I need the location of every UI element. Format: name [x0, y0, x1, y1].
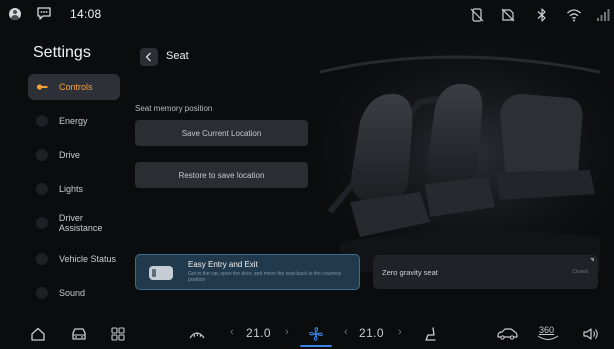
drive-icon	[36, 149, 48, 161]
energy-icon	[36, 115, 48, 127]
sidebar-item-label: Lights	[59, 184, 84, 194]
chevron-left-icon	[145, 52, 151, 62]
car-seat-illustration	[300, 32, 614, 272]
temp-left-decrease[interactable]: ‹	[230, 326, 234, 338]
360-view-label: 360	[539, 325, 555, 335]
restore-location-button[interactable]: Restore to save location	[135, 162, 308, 188]
orbit-arc	[537, 335, 559, 340]
volume-icon[interactable]	[582, 326, 600, 342]
temp-right-decrease[interactable]: ‹	[344, 326, 348, 338]
fan-active-indicator	[300, 345, 332, 347]
sidebar-item-label: Vehicle Status	[59, 254, 117, 264]
temp-right[interactable]: 21.0	[359, 326, 384, 340]
avatar-icon[interactable]	[9, 8, 21, 20]
car-icon[interactable]	[70, 326, 88, 342]
temp-left-increase[interactable]: ›	[285, 326, 289, 338]
sidebar-item-vehicle-status[interactable]: Vehicle Status	[28, 246, 120, 272]
sidebar-item-drive[interactable]: Drive	[28, 142, 120, 168]
vehicle-status-icon	[36, 253, 48, 265]
seat-icon[interactable]	[424, 326, 438, 342]
easy-entry-card[interactable]: Easy Entry and Exit Get in the car, open…	[135, 254, 360, 290]
key-icon	[36, 84, 48, 90]
page-title: Seat	[166, 50, 189, 62]
settings-title: Settings	[33, 44, 91, 61]
home-icon[interactable]	[30, 326, 46, 342]
apps-grid-icon[interactable]	[110, 326, 126, 342]
corner-marker	[590, 258, 594, 262]
sidebar-item-label: Drive	[59, 150, 81, 160]
zero-gravity-card[interactable]: Zero gravity seat Closed	[373, 255, 598, 289]
seat-memory-label: Seat memory position	[135, 104, 213, 113]
wifi-icon	[567, 9, 581, 22]
easy-entry-toggle[interactable]	[149, 266, 173, 280]
no-phone-icon	[470, 8, 484, 22]
driver-assistance-icon	[36, 217, 48, 229]
sidebar-item-label: Controls	[59, 82, 93, 92]
no-sim-icon	[501, 8, 515, 22]
sidebar-item-sound[interactable]: Sound	[28, 280, 120, 306]
clock: 14:08	[70, 7, 102, 21]
sound-icon	[36, 287, 48, 299]
lights-icon	[36, 183, 48, 195]
zero-gravity-status: Closed	[572, 269, 588, 275]
easy-entry-description: Get in the car, open the door, and move …	[188, 271, 342, 283]
save-location-button[interactable]: Save Current Location	[135, 120, 308, 146]
car-side-icon[interactable]	[496, 326, 518, 342]
signal-icon	[597, 9, 610, 21]
sidebar-item-controls[interactable]: Controls	[28, 74, 120, 100]
defrost-icon[interactable]	[188, 326, 206, 342]
temp-right-increase[interactable]: ›	[398, 326, 402, 338]
settings-sidebar: Settings Controls Energy Drive Lights Dr…	[0, 32, 124, 317]
sidebar-item-lights[interactable]: Lights	[28, 176, 120, 202]
360-view-icon[interactable]: 360	[537, 325, 559, 343]
sidebar-item-label: Driver Assistance	[58, 213, 103, 233]
sidebar-item-label: Sound	[59, 288, 86, 298]
sidebar-item-energy[interactable]: Energy	[28, 108, 120, 134]
back-button[interactable]	[140, 48, 158, 66]
fan-icon[interactable]	[308, 326, 324, 342]
zero-gravity-title: Zero gravity seat	[382, 268, 438, 277]
bluetooth-icon	[537, 8, 546, 22]
sidebar-item-label: Energy	[59, 116, 88, 126]
easy-entry-title: Easy Entry and Exit	[188, 260, 258, 269]
message-icon[interactable]	[36, 6, 52, 20]
temp-left[interactable]: 21.0	[246, 326, 271, 340]
status-bar: 14:08	[0, 0, 614, 32]
sidebar-item-driver-assistance[interactable]: Driver Assistance	[28, 210, 128, 236]
